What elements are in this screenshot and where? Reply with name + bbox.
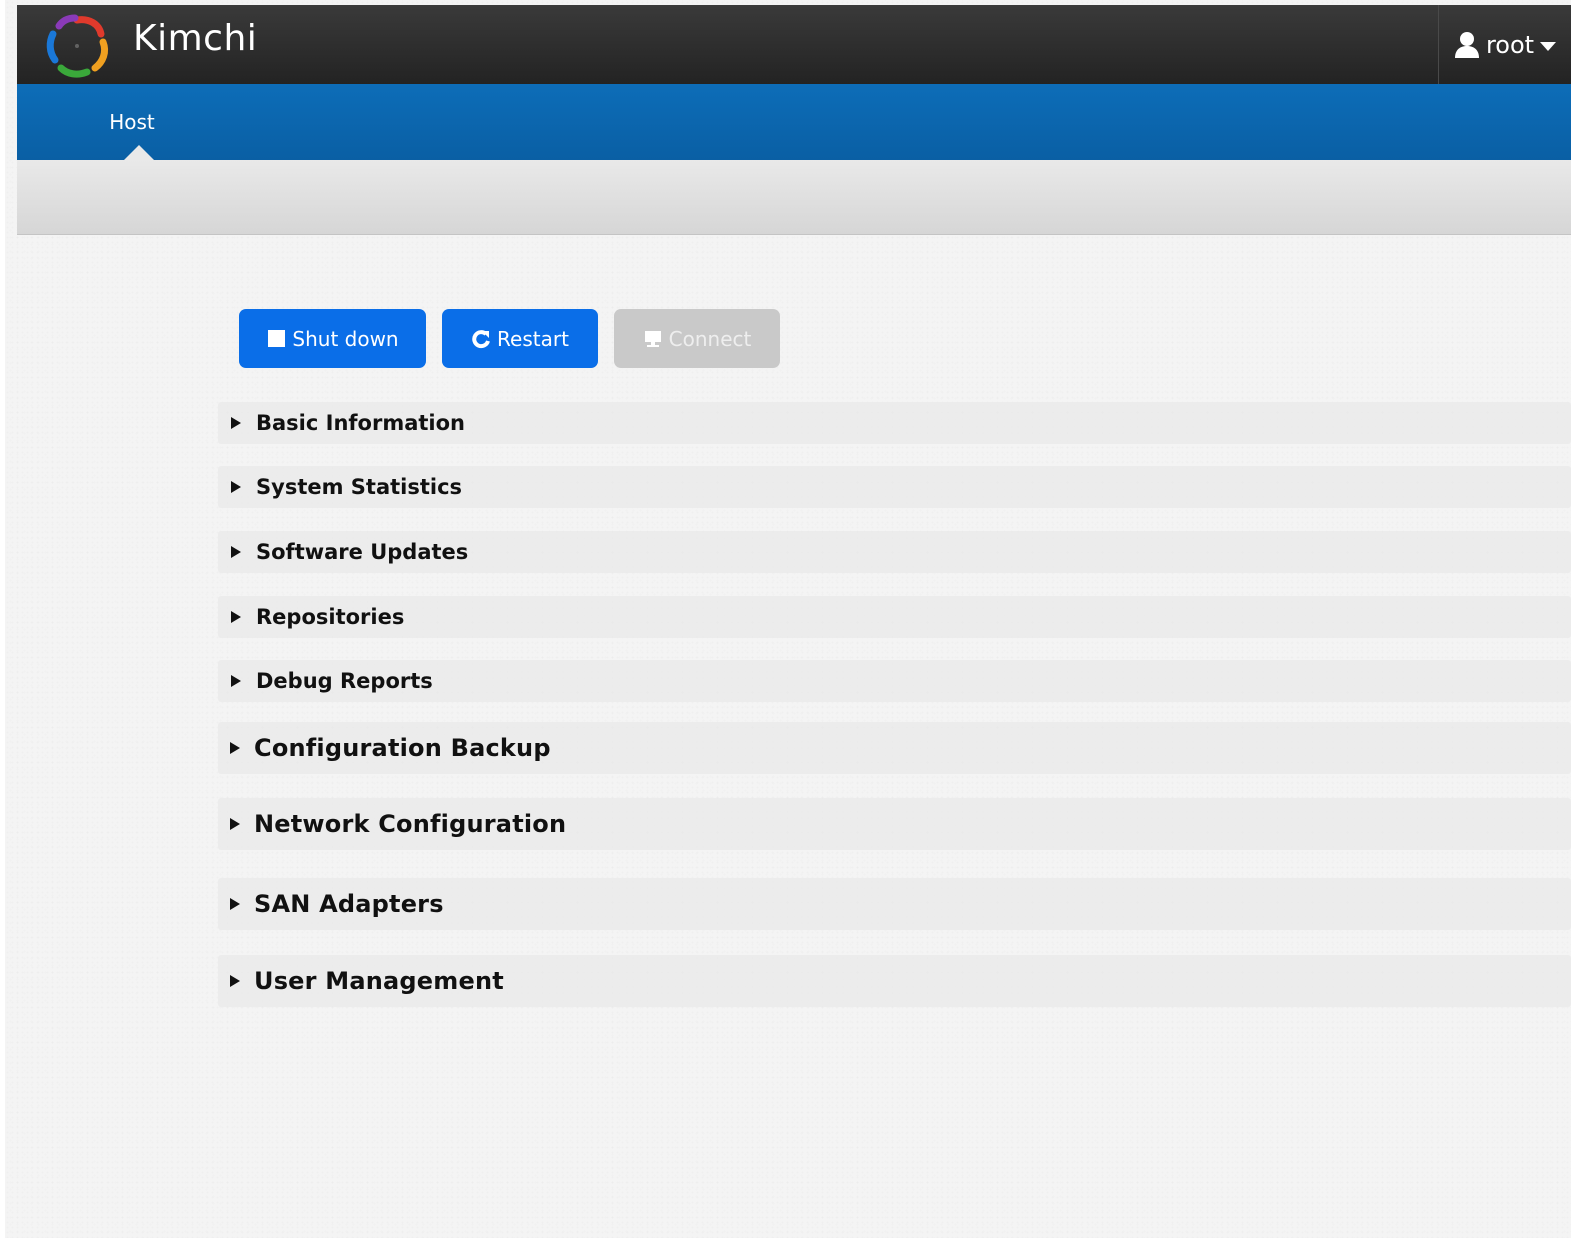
section-debug-reports[interactable]: Debug Reports <box>218 660 1571 702</box>
section-label: Basic Information <box>256 411 465 435</box>
host-actions: Shut down Restart Connect <box>239 309 780 368</box>
sub-toolbar <box>17 160 1571 235</box>
section-label: Repositories <box>256 605 405 629</box>
section-label: System Statistics <box>256 475 463 499</box>
restart-label: Restart <box>497 326 569 351</box>
username-label: root <box>1485 30 1535 59</box>
user-menu[interactable]: root <box>1438 5 1571 84</box>
expand-arrow-icon <box>230 818 240 830</box>
shutdown-label: Shut down <box>292 326 399 351</box>
section-user-management[interactable]: User Management <box>218 955 1571 1007</box>
kimchi-app: Kimchi root Host Shut down Restart Conne… <box>5 0 1571 1238</box>
nav-bar: Host <box>17 84 1571 160</box>
top-bar: Kimchi root <box>17 5 1571 84</box>
expand-arrow-icon <box>231 417 241 429</box>
kimchi-logo-icon <box>46 14 109 78</box>
section-label: User Management <box>254 967 504 995</box>
expand-arrow-icon <box>230 975 240 987</box>
section-san-adapters[interactable]: SAN Adapters <box>218 878 1571 930</box>
expand-arrow-icon <box>231 546 241 558</box>
section-network-configuration[interactable]: Network Configuration <box>218 798 1571 850</box>
section-system-statistics[interactable]: System Statistics <box>218 466 1571 508</box>
section-label: SAN Adapters <box>254 890 444 918</box>
section-repositories[interactable]: Repositories <box>218 596 1571 638</box>
section-software-updates[interactable]: Software Updates <box>218 531 1571 573</box>
caret-down-icon <box>1540 41 1557 51</box>
connect-button[interactable]: Connect <box>614 309 780 368</box>
user-icon <box>1454 31 1479 58</box>
restart-icon <box>472 329 490 348</box>
section-label: Configuration Backup <box>254 734 551 762</box>
section-label: Software Updates <box>256 540 469 564</box>
expand-arrow-icon <box>231 611 241 623</box>
stop-square-icon <box>268 329 286 347</box>
section-basic-information[interactable]: Basic Information <box>218 402 1571 444</box>
monitor-icon <box>644 330 661 347</box>
expand-arrow-icon <box>230 742 240 754</box>
section-label: Network Configuration <box>254 810 567 838</box>
tab-host[interactable]: Host <box>77 84 187 160</box>
shutdown-button[interactable]: Shut down <box>239 309 426 368</box>
section-configuration-backup[interactable]: Configuration Backup <box>218 722 1571 774</box>
restart-button[interactable]: Restart <box>442 309 598 368</box>
expand-arrow-icon <box>231 481 241 493</box>
tab-host-label: Host <box>109 110 155 134</box>
expand-arrow-icon <box>230 898 240 910</box>
app-title: Kimchi <box>133 18 258 59</box>
connect-label: Connect <box>668 326 752 351</box>
section-label: Debug Reports <box>256 669 433 693</box>
expand-arrow-icon <box>231 675 241 687</box>
active-tab-indicator <box>124 145 154 160</box>
